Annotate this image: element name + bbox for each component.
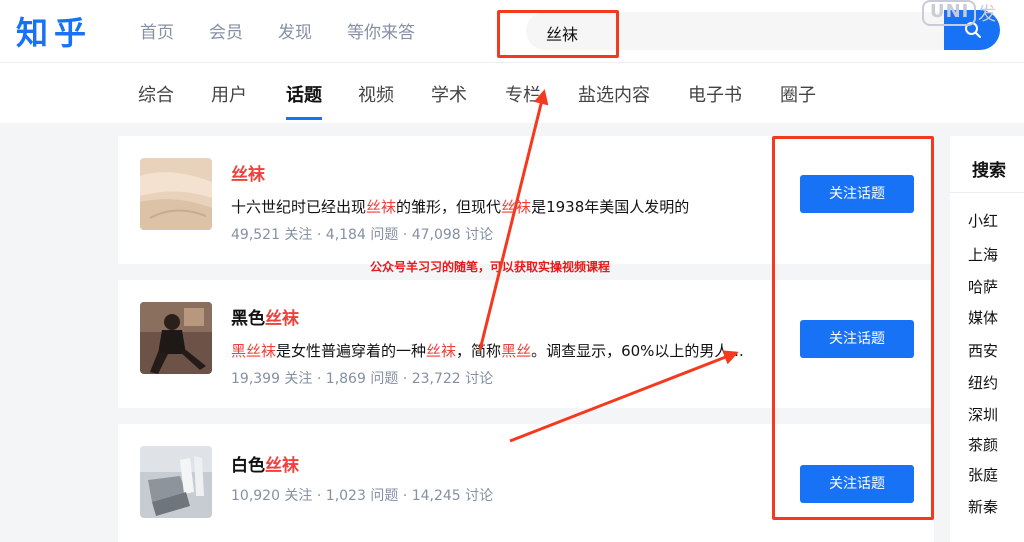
- tab-general[interactable]: 综合: [138, 81, 174, 107]
- sidebar-item[interactable]: 上海: [968, 244, 998, 265]
- follow-topic-button[interactable]: 关注话题: [800, 320, 914, 358]
- discussions-count: 47,098 讨论: [411, 227, 494, 243]
- topic-title-text: 白色: [231, 456, 265, 476]
- desc-highlight: 黑丝: [501, 342, 532, 360]
- top-nav: 首页 会员 发现 等你来答: [140, 18, 415, 43]
- topic-title-highlight: 丝袜: [231, 165, 265, 185]
- zhihu-logo[interactable]: 知乎: [16, 8, 92, 54]
- topic-card[interactable]: 白色丝袜 10,920 关注 · 1,023 问题 · 14,245 讨论 关注…: [118, 424, 934, 542]
- desc-text: 是1938年美国人发明的: [531, 198, 690, 216]
- desc-text: ，简称: [456, 342, 502, 360]
- search-sidebar: 搜索 小红 上海 哈萨 媒体 西安 纽约 深圳 茶颜 张庭 新秦: [950, 136, 1024, 542]
- stat-separator: ·: [402, 488, 408, 504]
- topic-description: 黑丝袜是女性普遍穿着的一种丝袜，简称黑丝。调查显示，60%以上的男人...: [231, 340, 791, 361]
- desc-highlight: 丝袜: [501, 198, 532, 216]
- discussions-count: 14,245 讨论: [411, 488, 494, 504]
- tab-topics[interactable]: 话题: [286, 81, 322, 107]
- sidebar-item[interactable]: 西安: [968, 340, 998, 361]
- topic-title[interactable]: 白色丝袜: [231, 451, 299, 476]
- topic-title[interactable]: 黑色丝袜: [231, 304, 299, 329]
- stat-separator: ·: [402, 227, 408, 243]
- topic-title-text: 黑色: [231, 309, 265, 329]
- sidebar-item[interactable]: 张庭: [968, 464, 998, 485]
- tab-salt-content[interactable]: 盐选内容: [578, 81, 650, 107]
- desc-text: 十六世纪时已经出现: [231, 198, 367, 216]
- desc-highlight: 黑丝袜: [231, 342, 277, 360]
- followers-count: 10,920 关注: [231, 488, 313, 504]
- desc-highlight: 丝袜: [426, 342, 457, 360]
- stat-separator: ·: [316, 371, 322, 387]
- category-tabs: 综合 用户 话题 视频 学术 专栏 盐选内容 电子书 圈子: [0, 62, 1024, 123]
- topic-thumbnail[interactable]: [140, 446, 212, 518]
- questions-count: 1,869 问题: [325, 371, 399, 387]
- follow-topic-button[interactable]: 关注话题: [800, 465, 914, 503]
- sidebar-divider: [950, 192, 1024, 193]
- topic-title-highlight: 丝袜: [265, 456, 299, 476]
- topic-title-highlight: 丝袜: [265, 309, 299, 329]
- page: 知乎 首页 会员 发现 等你来答 丝袜 UNI 发 综合 用户 话题 视频 学术…: [0, 0, 1024, 542]
- nav-discover[interactable]: 发现: [278, 18, 312, 43]
- questions-count: 1,023 问题: [325, 488, 399, 504]
- tab-users[interactable]: 用户: [211, 81, 247, 107]
- desc-text: 是女性普遍穿着的一种: [276, 342, 427, 360]
- topic-stats: 19,399 关注 · 1,869 问题 · 23,722 讨论: [231, 368, 493, 388]
- tab-academic[interactable]: 学术: [431, 81, 467, 107]
- stat-separator: ·: [316, 488, 322, 504]
- search-query[interactable]: 丝袜: [546, 21, 578, 45]
- annotation-text: 公众号羊习习的随笔，可以获取实操视频课程: [370, 260, 611, 274]
- nav-waiting-answers[interactable]: 等你来答: [347, 18, 415, 43]
- sidebar-item[interactable]: 媒体: [968, 307, 998, 328]
- watermark-text: 发: [978, 4, 996, 25]
- sidebar-item[interactable]: 新秦: [968, 496, 998, 517]
- desc-text: 的雏形，但现代: [396, 198, 502, 216]
- nav-vip[interactable]: 会员: [209, 18, 243, 43]
- topic-stats: 49,521 关注 · 4,184 问题 · 47,098 讨论: [231, 224, 493, 244]
- stat-separator: ·: [402, 371, 408, 387]
- questions-count: 4,184 问题: [325, 227, 399, 243]
- tab-circles[interactable]: 圈子: [780, 81, 816, 107]
- sidebar-item[interactable]: 哈萨: [968, 276, 998, 297]
- follow-topic-button[interactable]: 关注话题: [800, 175, 914, 213]
- stat-separator: ·: [316, 227, 322, 243]
- sidebar-title: 搜索: [972, 161, 1006, 181]
- top-header: 知乎 首页 会员 发现 等你来答 丝袜 UNI 发: [0, 0, 1024, 62]
- active-tab-indicator: [286, 117, 322, 120]
- topic-stats: 10,920 关注 · 1,023 问题 · 14,245 讨论: [231, 485, 493, 505]
- topic-thumbnail[interactable]: [140, 302, 212, 374]
- search-input[interactable]: [526, 12, 966, 50]
- sidebar-item[interactable]: 深圳: [968, 404, 998, 425]
- sidebar-item[interactable]: 纽约: [968, 372, 998, 393]
- sidebar-item[interactable]: 小红: [968, 210, 998, 231]
- desc-highlight: 丝袜: [366, 198, 397, 216]
- followers-count: 19,399 关注: [231, 371, 313, 387]
- tab-videos[interactable]: 视频: [358, 81, 394, 107]
- topic-thumbnail[interactable]: [140, 158, 212, 230]
- followers-count: 49,521 关注: [231, 227, 313, 243]
- sidebar-item[interactable]: 茶颜: [968, 434, 998, 455]
- nav-home[interactable]: 首页: [140, 18, 174, 43]
- topic-title[interactable]: 丝袜: [231, 160, 265, 185]
- discussions-count: 23,722 讨论: [411, 371, 494, 387]
- tab-ebooks[interactable]: 电子书: [688, 81, 742, 107]
- topic-card[interactable]: 丝袜 十六世纪时已经出现丝袜的雏形，但现代丝袜是1938年美国人发明的 49,5…: [118, 136, 934, 264]
- desc-text: 。调查显示，60%以上的男人...: [531, 342, 744, 360]
- watermark-logo-icon: UNI: [922, 0, 976, 26]
- topic-card[interactable]: 黑色丝袜 黑丝袜是女性普遍穿着的一种丝袜，简称黑丝。调查显示，60%以上的男人.…: [118, 280, 934, 408]
- tab-columns[interactable]: 专栏: [505, 81, 541, 107]
- topic-description: 十六世纪时已经出现丝袜的雏形，但现代丝袜是1938年美国人发明的: [231, 196, 791, 217]
- watermark: UNI 发: [922, 0, 1024, 28]
